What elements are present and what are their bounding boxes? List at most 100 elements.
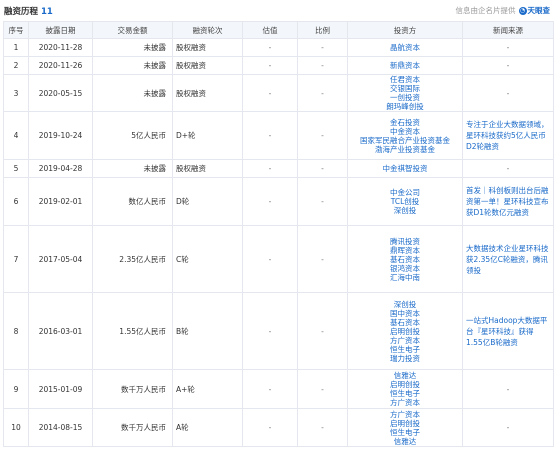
cell-date: 2019-10-24 — [28, 111, 93, 160]
cell-news: 专注于企业大数据领域，星环科技获约5亿人民币D2轮融资 — [462, 111, 554, 160]
investor-link[interactable]: 恒生电子 — [351, 428, 459, 437]
cell-news: 一站式Hadoop大数据平台『星环科技』获得1.55亿B轮融资 — [462, 292, 554, 370]
cell-date: 2020-11-28 — [28, 38, 93, 57]
cell-ratio: - — [297, 38, 348, 57]
cell-ratio: - — [297, 225, 348, 293]
cell-round: 股权融资 — [172, 74, 243, 112]
cell-investors: 晶航资本 — [347, 38, 463, 57]
cell-investors: 任君资本 交银国际 一创投资 朗玛峰创投 — [347, 74, 463, 112]
brand-icon: ◔ — [518, 6, 527, 15]
investor-link[interactable]: 汇海中南 — [351, 273, 459, 282]
cell-amount: 未披露 — [92, 56, 173, 75]
investor-link[interactable]: 恒生电子 — [351, 389, 459, 398]
cell-investors: 中金公司 TCL创投 深创投 — [347, 177, 463, 226]
table-row: 8 2016-03-01 1.55亿人民币 B轮 - - 深创投 国中资本 基石资本 启明创投 方广… — [3, 292, 554, 370]
table-row: 5 2019-04-28 未披露 股权融资 - - 中金祺智投资 - — [3, 159, 554, 178]
cell-amount: 1.55亿人民币 — [92, 292, 173, 370]
table-row: 2 2020-11-26 未披露 股权融资 - - 新鼎资本 - — [3, 56, 554, 75]
cell-valuation: - — [242, 56, 298, 75]
cell-no: 6 — [3, 177, 29, 226]
cell-valuation: - — [242, 225, 298, 293]
cell-news: 首发｜科创板则出台后融资第一单！星环科技宣布获D1轮数亿元融资 — [462, 177, 554, 226]
investor-link[interactable]: 恒生电子 — [351, 345, 459, 354]
cell-amount: 未披露 — [92, 159, 173, 178]
investor-link[interactable]: 启明创投 — [351, 327, 459, 336]
cell-investors: 方广资本 启明创投 恒生电子 信雅达 — [347, 408, 463, 447]
cell-valuation: - — [242, 159, 298, 178]
investor-link[interactable]: 任君资本 — [351, 75, 459, 84]
record-count: 11 — [41, 7, 53, 17]
investor-link[interactable]: 方广资本 — [351, 410, 459, 419]
cell-valuation: - — [242, 38, 298, 57]
cell-no: 3 — [3, 74, 29, 112]
cell-investors: 金石投资 中金资本 国家军民融合产业投资基金 渤海产业投资基金 — [347, 111, 463, 160]
investor-link[interactable]: 腾讯投资 — [351, 237, 459, 246]
cell-ratio: - — [297, 369, 348, 409]
cell-ratio: - — [297, 292, 348, 370]
cell-valuation: - — [242, 369, 298, 409]
investor-link[interactable]: 鼎晖资本 — [351, 246, 459, 255]
cell-round: 股权融资 — [172, 159, 243, 178]
investor-link[interactable]: 信雅达 — [351, 371, 459, 380]
cell-round: A+轮 — [172, 369, 243, 409]
cell-investors: 信雅达 启明创投 恒生电子 方广资本 — [347, 369, 463, 409]
col-header-ratio: 比例 — [297, 21, 348, 39]
investor-link[interactable]: 朗玛峰创投 — [351, 102, 459, 111]
data-source: 信息由企名片提供 ◔ 天眼查 — [456, 5, 551, 16]
cell-ratio: - — [297, 111, 348, 160]
investor-link[interactable]: 方广资本 — [351, 336, 459, 345]
investor-link[interactable]: 启明创投 — [351, 419, 459, 428]
investor-link[interactable]: 新鼎资本 — [351, 61, 459, 70]
cell-news: - — [462, 408, 554, 447]
cell-investors: 腾讯投资 鼎晖资本 基石资本 银鸿资本 汇海中南 — [347, 225, 463, 293]
investor-link[interactable]: 基石资本 — [351, 255, 459, 264]
news-link[interactable]: 一站式Hadoop大数据平台『星环科技』获得1.55亿B轮融资 — [466, 315, 550, 348]
investor-link[interactable]: 一创投资 — [351, 93, 459, 102]
cell-amount: 2.35亿人民币 — [92, 225, 173, 293]
cell-valuation: - — [242, 74, 298, 112]
news-link[interactable]: 首发｜科创板则出台后融资第一单！星环科技宣布获D1轮数亿元融资 — [466, 185, 550, 218]
investor-link[interactable]: 信雅达 — [351, 437, 459, 446]
investor-link[interactable]: 瑞力投资 — [351, 354, 459, 363]
cell-date: 2019-02-01 — [28, 177, 93, 226]
col-header-amount: 交易金额 — [92, 21, 173, 39]
brand-name: 天眼查 — [527, 6, 551, 15]
investor-link[interactable]: 国中资本 — [351, 309, 459, 318]
investor-link[interactable]: 中金资本 — [351, 127, 459, 136]
investor-link[interactable]: 国家军民融合产业投资基金 — [351, 136, 459, 145]
investor-link[interactable]: 启明创投 — [351, 380, 459, 389]
cell-investors: 深创投 国中资本 基石资本 启明创投 方广资本 恒生电子 瑞力投资 — [347, 292, 463, 370]
investor-link[interactable]: 金石投资 — [351, 118, 459, 127]
cell-valuation: - — [242, 292, 298, 370]
col-header-valuation: 估值 — [242, 21, 298, 39]
cell-news: 大数据技术企业星环科技获2.35亿C轮融资，腾讯领投 — [462, 225, 554, 293]
table-row: 3 2020-05-15 未披露 股权融资 - - 任君资本 交银国际 一创投资 朗玛峰创投 - — [3, 74, 554, 112]
investor-link[interactable]: 渤海产业投资基金 — [351, 145, 459, 154]
investor-link[interactable]: 晶航资本 — [351, 43, 459, 52]
news-link[interactable]: 大数据技术企业星环科技获2.35亿C轮融资，腾讯领投 — [466, 243, 550, 276]
cell-date: 2016-03-01 — [28, 292, 93, 370]
news-link[interactable]: 专注于企业大数据领域，星环科技获约5亿人民币D2轮融资 — [466, 119, 550, 152]
investor-link[interactable]: 银鸿资本 — [351, 264, 459, 273]
cell-date: 2020-05-15 — [28, 74, 93, 112]
investor-link[interactable]: 中金公司 — [351, 188, 459, 197]
investor-link[interactable]: 方广资本 — [351, 398, 459, 407]
cell-round: D+轮 — [172, 111, 243, 160]
cell-no: 7 — [3, 225, 29, 293]
investor-link[interactable]: 深创投 — [351, 206, 459, 215]
table-row: 1 2020-11-28 未披露 股权融资 - - 晶航资本 - — [3, 38, 554, 57]
investor-link[interactable]: 交银国际 — [351, 84, 459, 93]
cell-amount: 数亿人民币 — [92, 177, 173, 226]
table-row: 4 2019-10-24 5亿人民币 D+轮 - - 金石投资 中金资本 国家军民融合产业投资基… — [3, 111, 554, 160]
cell-investors: 中金祺智投资 — [347, 159, 463, 178]
investor-link[interactable]: 基石资本 — [351, 318, 459, 327]
investor-link[interactable]: 中金祺智投资 — [351, 164, 459, 173]
cell-amount: 未披露 — [92, 38, 173, 57]
investor-link[interactable]: 深创投 — [351, 300, 459, 309]
investor-link[interactable]: TCL创投 — [351, 197, 459, 206]
cell-investors: 新鼎资本 — [347, 56, 463, 75]
cell-round: 股权融资 — [172, 56, 243, 75]
brand-logo[interactable]: ◔ 天眼查 — [518, 5, 551, 16]
cell-round: C轮 — [172, 225, 243, 293]
table-header-row: 序号 披露日期 交易金额 融资轮次 估值 比例 投资方 新闻来源 — [3, 21, 554, 39]
